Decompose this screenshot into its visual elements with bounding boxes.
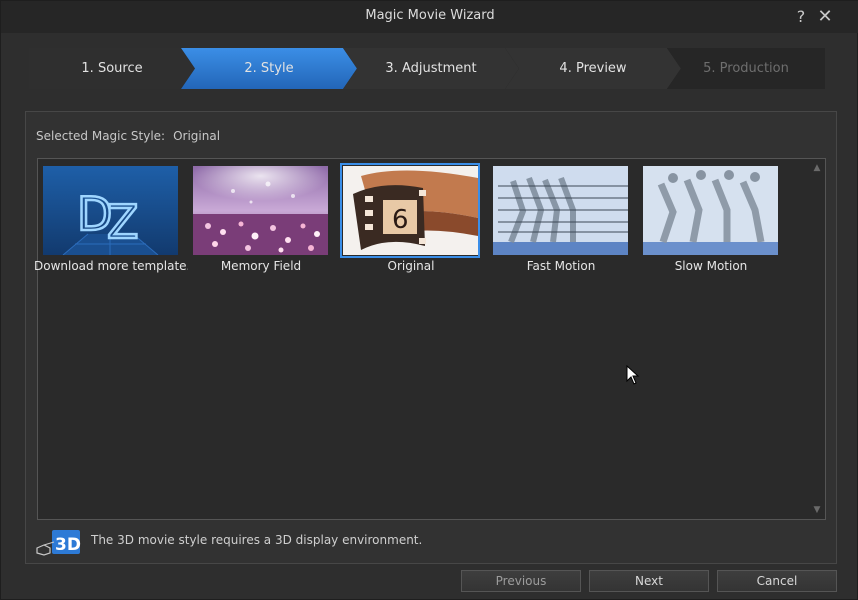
3d-note-text: The 3D movie style requires a 3D display… — [91, 533, 423, 547]
selected-style-value: Original — [173, 129, 221, 143]
3d-glasses-icon: 3D — [36, 530, 81, 556]
step-production: 5. Production — [667, 48, 825, 89]
memory-field-thumbnail — [193, 166, 328, 255]
help-button[interactable]: ? — [791, 6, 811, 28]
template-download-more[interactable]: D Z Download more template... — [34, 163, 188, 275]
template-original[interactable]: 6 Original — [340, 163, 482, 275]
template-label: Memory Field — [220, 259, 302, 273]
scroll-down-icon[interactable]: ▼ — [812, 505, 822, 515]
template-label: Download more template... — [34, 259, 188, 273]
wizard-steps: 1. Source 2. Style 3. Adjustment 4. Prev… — [29, 48, 825, 89]
template-memory-field[interactable]: Memory Field — [190, 163, 332, 275]
close-button[interactable]: ✕ — [815, 6, 835, 28]
template-slow-motion[interactable]: Slow Motion — [640, 163, 782, 275]
step-preview-label: 4. Preview — [559, 61, 627, 76]
selected-style-row: Selected Magic Style: Original — [36, 129, 220, 143]
step-production-label: 5. Production — [703, 61, 789, 76]
template-fast-motion[interactable]: Fast Motion — [490, 163, 632, 275]
step-adjustment-label: 3. Adjustment — [385, 61, 477, 76]
template-gallery: D Z Download more template... Memory Fie… — [34, 158, 826, 520]
wizard-window: Magic Movie Wizard ? ✕ 1. Source 2. Styl… — [0, 0, 858, 600]
next-button[interactable]: Next — [589, 570, 709, 592]
svg-text:Z: Z — [107, 195, 139, 249]
scroll-up-icon[interactable]: ▲ — [812, 163, 822, 173]
dz-logo-icon: D Z — [43, 166, 178, 255]
slow-motion-thumbnail — [643, 166, 778, 255]
gallery-scrollbar[interactable]: ▲ ▼ — [809, 159, 825, 519]
style-panel: Selected Magic Style: Original D Z Downl… — [25, 111, 837, 564]
step-preview[interactable]: 4. Preview — [505, 48, 681, 89]
title-bar: Magic Movie Wizard ? ✕ — [1, 1, 858, 33]
3d-note: 3D The 3D movie style requires a 3D disp… — [36, 528, 536, 558]
step-source-label: 1. Source — [81, 61, 143, 76]
step-source[interactable]: 1. Source — [29, 48, 195, 89]
selected-style-caption: Selected Magic Style: — [36, 129, 166, 143]
previous-button[interactable]: Previous — [461, 570, 581, 592]
template-label: Slow Motion — [674, 259, 748, 273]
3d-badge-label: 3D — [55, 535, 81, 555]
step-style-label: 2. Style — [244, 61, 294, 76]
fast-motion-thumbnail — [493, 166, 628, 255]
cancel-button[interactable]: Cancel — [717, 570, 837, 592]
selection-frame — [340, 163, 480, 258]
window-title: Magic Movie Wizard — [365, 8, 495, 23]
mouse-cursor-icon — [626, 365, 640, 385]
template-label: Fast Motion — [526, 259, 596, 273]
step-adjustment[interactable]: 3. Adjustment — [343, 48, 519, 89]
template-label: Original — [387, 259, 435, 273]
step-style[interactable]: 2. Style — [181, 48, 357, 89]
